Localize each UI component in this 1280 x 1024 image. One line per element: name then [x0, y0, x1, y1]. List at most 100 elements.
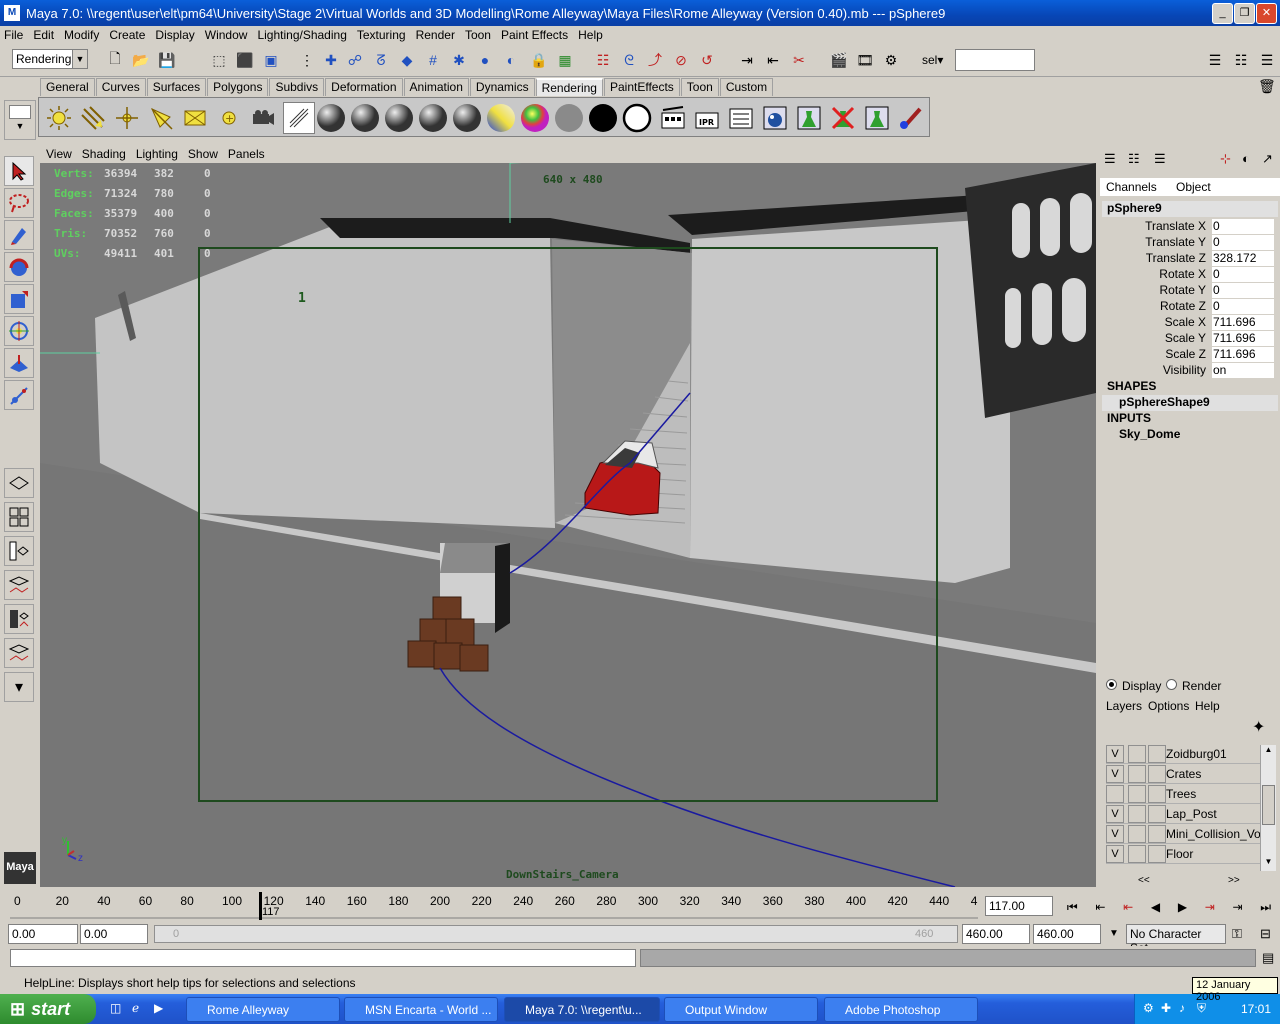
menu-help[interactable]: Help	[578, 28, 603, 42]
channel-value[interactable]: 0	[1212, 283, 1274, 298]
ipr-render-icon[interactable]: IPR	[691, 102, 723, 134]
layer-row[interactable]: V Mini_Collision_Volume	[1106, 825, 1266, 844]
layer-color-swatch[interactable]	[1148, 825, 1166, 843]
tab-toon[interactable]: Toon	[680, 78, 719, 96]
highlight-icon[interactable]: ▦	[554, 49, 576, 71]
channel-value[interactable]: 711.696	[1212, 315, 1274, 330]
blinn-material-icon[interactable]	[349, 102, 381, 134]
channel-value[interactable]: 0	[1212, 267, 1274, 282]
layer-type-toggle[interactable]	[1128, 825, 1146, 843]
tab-rendering[interactable]: Rendering	[535, 78, 603, 96]
tab-dynamics[interactable]: Dynamics	[469, 78, 535, 96]
channel-scale-x[interactable]: Scale X 711.696	[1100, 315, 1278, 331]
media-player-icon[interactable]: ▶	[154, 1001, 163, 1015]
phong-e-material-icon[interactable]	[417, 102, 449, 134]
tab-painteffects[interactable]: PaintEffects	[603, 78, 680, 96]
layer-color-swatch[interactable]	[1148, 785, 1166, 803]
render-settings-shelf-icon[interactable]	[725, 102, 757, 134]
character-set-field[interactable]: No Character Set	[1126, 924, 1226, 955]
object-tab[interactable]: Object	[1176, 180, 1211, 194]
help-menu[interactable]: Help	[1195, 699, 1220, 713]
channel-rotate-x[interactable]: Rotate X 0	[1100, 267, 1278, 283]
layer-row[interactable]: V Floor	[1106, 845, 1266, 864]
scene-render[interactable]	[40, 163, 1096, 887]
security-icon[interactable]: ⛨	[1197, 1001, 1206, 1016]
shelf-menu-button[interactable]: ▼	[4, 100, 36, 140]
layers-menu[interactable]: Layers	[1106, 699, 1142, 713]
start-button[interactable]: ⊞ start	[0, 994, 96, 1024]
close-button[interactable]: ✕	[1256, 3, 1277, 24]
viewport-menu-shading[interactable]: Shading	[82, 147, 126, 161]
input-output-right-icon[interactable]: ⇤	[762, 49, 784, 71]
show-desktop-icon[interactable]: ◫	[110, 1001, 121, 1015]
playback-start-field[interactable]: 0.00	[80, 924, 148, 944]
render-current-frame-icon[interactable]	[657, 102, 689, 134]
step-forward-frame-icon[interactable]: ⇥	[1205, 900, 1215, 914]
layer-visibility-toggle[interactable]: V	[1106, 745, 1124, 763]
make-live-icon[interactable]: ◆	[396, 49, 418, 71]
snap-to-grid-icon[interactable]: ⋮	[296, 49, 318, 71]
layer-row[interactable]: Trees	[1106, 785, 1266, 804]
layer-name[interactable]: Zoidburg01	[1166, 747, 1264, 761]
chevron-down-icon[interactable]: ▾	[4, 672, 34, 702]
channel-value[interactable]: 711.696	[1212, 331, 1274, 346]
go-to-end-icon[interactable]: ⏭	[1260, 900, 1271, 915]
hypershade-icon[interactable]	[283, 102, 315, 134]
quick-select-input[interactable]	[955, 49, 1035, 71]
construction-history-icon[interactable]: ᘓ	[618, 49, 640, 71]
soft-modification-icon[interactable]	[4, 380, 34, 410]
channel-translate-x[interactable]: Translate X 0	[1100, 219, 1278, 235]
isolate-icon[interactable]: ⤴	[644, 49, 666, 71]
internet-explorer-icon[interactable]: ℯ	[132, 1001, 139, 1015]
move-tool-icon[interactable]	[4, 252, 34, 282]
layer-type-toggle[interactable]	[1128, 845, 1146, 863]
render-radio[interactable]	[1166, 679, 1177, 690]
channels-tab[interactable]: Channels	[1106, 180, 1157, 194]
sphere-select-icon[interactable]: ●	[474, 49, 496, 71]
maximize-button[interactable]: ❐	[1234, 3, 1255, 24]
range-slider[interactable]: 0 460	[154, 925, 958, 943]
history-icon[interactable]: ☷	[592, 49, 614, 71]
tab-animation[interactable]: Animation	[403, 78, 469, 96]
trash-icon[interactable]: 🗑	[1258, 78, 1276, 95]
mel-command-input[interactable]	[10, 949, 636, 967]
phong-material-icon[interactable]	[383, 102, 415, 134]
scroll-right-button[interactable]: >>	[1228, 875, 1240, 886]
paint-select-tool-icon[interactable]	[4, 220, 34, 250]
viewport-menu-lighting[interactable]: Lighting	[136, 147, 178, 161]
paint-fx-icon[interactable]	[793, 102, 825, 134]
rotate-tool-icon[interactable]	[4, 284, 34, 314]
input-node[interactable]: Sky_Dome	[1119, 427, 1180, 441]
paint-brush-icon[interactable]	[895, 102, 927, 134]
camera-icon[interactable]	[247, 102, 279, 134]
component-mask-icon[interactable]: ✱	[448, 49, 470, 71]
task-msn-encarta[interactable]: MSN Encarta - World ...	[344, 997, 498, 1022]
menu-lighting-shading[interactable]: Lighting/Shading	[257, 28, 346, 42]
character-set-dropdown-arrow[interactable]: ▼	[1103, 924, 1125, 944]
layer-name[interactable]: Floor	[1166, 847, 1264, 861]
new-layer-icon[interactable]: ✦	[1252, 717, 1265, 737]
animation-start-field[interactable]: 0.00	[8, 924, 78, 944]
playback-end-field[interactable]: 460.00	[962, 924, 1030, 944]
layer-visibility-toggle[interactable]: V	[1106, 765, 1124, 783]
script-editor-icon[interactable]: ▤	[1262, 950, 1274, 966]
layer-type-toggle[interactable]	[1128, 765, 1146, 783]
layer-visibility-toggle[interactable]: V	[1106, 825, 1124, 843]
layer-color-swatch[interactable]	[1148, 745, 1166, 763]
ambient-light-icon[interactable]	[43, 102, 75, 134]
layer-row[interactable]: V Crates	[1106, 765, 1266, 784]
tool-settings-icon[interactable]: ☷	[1230, 49, 1252, 71]
viewport-menu-show[interactable]: Show	[188, 147, 218, 161]
layer-scrollbar[interactable]: ▲ ▼	[1260, 745, 1276, 871]
layer-color-swatch[interactable]	[1148, 805, 1166, 823]
step-back-frame-icon[interactable]: ⇤	[1123, 900, 1133, 914]
menu-file[interactable]: File	[4, 28, 23, 42]
channel-value[interactable]: 0	[1212, 219, 1274, 234]
delete-render-icon[interactable]	[827, 102, 859, 134]
network-icon[interactable]: ⚙	[1143, 1001, 1154, 1015]
layer-color-swatch[interactable]	[1148, 765, 1166, 783]
render-radio-label[interactable]: Render	[1182, 679, 1221, 693]
viewport-menu-panels[interactable]: Panels	[228, 147, 265, 161]
menu-create[interactable]: Create	[109, 28, 145, 42]
task-rome-alleyway[interactable]: Rome Alleyway	[186, 997, 340, 1022]
